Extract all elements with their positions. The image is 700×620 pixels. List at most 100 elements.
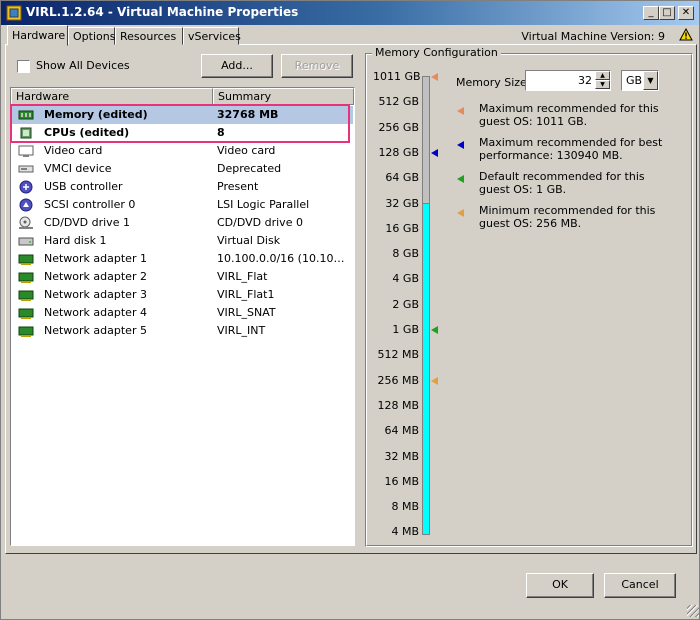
table-row-usb-controller[interactable]: USB controller Present <box>12 178 353 196</box>
memory-unit-select[interactable]: GB ▼ <box>621 70 659 91</box>
row-name: Hard disk 1 <box>44 234 107 247</box>
network-adapter-icon <box>18 326 34 337</box>
bar-marker-icon <box>431 326 438 334</box>
row-name: VMCI device <box>44 162 112 175</box>
warning-icon <box>679 28 693 41</box>
table-row-network-adapter-2[interactable]: Network adapter 2 VIRL_Flat <box>12 268 353 286</box>
scsi-controller-icon <box>19 198 33 212</box>
chevron-down-icon[interactable]: ▼ <box>643 71 658 90</box>
memory-size-label: Memory Size: <box>456 76 531 89</box>
row-summary: VIRL_Flat <box>217 270 268 283</box>
hardware-list[interactable]: Hardware Summary Memory (edited) 32768 M… <box>10 87 355 546</box>
row-summary: Virtual Disk <box>217 234 281 247</box>
legend-line: Minimum recommended for this <box>479 204 656 217</box>
scale-label: 128 MB <box>377 398 419 412</box>
tab-options[interactable]: Options <box>68 27 115 45</box>
add-button[interactable]: Add... <box>201 54 273 78</box>
row-summary: VIRL_Flat1 <box>217 288 275 301</box>
properties-window: VIRL.1.2.64 - Virtual Machine Properties… <box>0 0 700 620</box>
memory-size-increment[interactable]: ▲ <box>595 71 610 80</box>
legend-line: Maximum recommended for this <box>479 102 659 115</box>
cd-dvd-drive-icon <box>19 216 33 229</box>
table-row-cd-dvd-drive[interactable]: CD/DVD drive 1 CD/DVD drive 0 <box>12 214 353 232</box>
row-summary: VIRL_INT <box>217 324 266 337</box>
show-all-devices-row[interactable]: Show All Devices <box>17 59 130 73</box>
legend-line: guest OS: 1 GB. <box>479 183 567 196</box>
row-summary: CD/DVD drive 0 <box>217 216 303 229</box>
row-summary: Present <box>217 180 259 193</box>
memory-size-input[interactable]: 32 ▲ ▼ <box>525 70 611 91</box>
column-header-summary[interactable]: Summary <box>213 88 354 105</box>
scale-label: 4 MB <box>391 525 419 539</box>
network-adapter-icon <box>18 254 34 265</box>
legend-line: guest OS: 256 MB. <box>479 217 582 230</box>
scale-label: 1 GB <box>392 323 419 336</box>
video-card-icon <box>18 145 34 157</box>
title-bar[interactable]: VIRL.1.2.64 - Virtual Machine Properties… <box>1 1 699 25</box>
maximize-button[interactable]: □ <box>659 6 675 20</box>
marker-green-icon <box>457 175 464 183</box>
resize-grip[interactable] <box>687 605 699 617</box>
scale-label: 64 GB <box>385 171 419 185</box>
close-button[interactable]: ✕ <box>678 6 694 20</box>
memory-size-decrement[interactable]: ▼ <box>595 80 610 89</box>
marker-orange-icon <box>457 107 464 115</box>
scale-label: 16 GB <box>385 221 419 235</box>
legend-line: guest OS: 1011 GB. <box>479 115 588 128</box>
memory-bar-fill <box>422 203 430 535</box>
legend-line: Maximum recommended for best <box>479 136 663 149</box>
row-summary: VIRL_SNAT <box>217 306 276 319</box>
scale-label: 512 MB <box>377 348 419 362</box>
scale-label: 32 MB <box>384 449 419 463</box>
table-row-network-adapter-5[interactable]: Network adapter 5 VIRL_INT <box>12 322 353 340</box>
tab-vservices[interactable]: vServices <box>183 27 241 45</box>
row-summary: Video card <box>217 144 276 157</box>
table-row-network-adapter-4[interactable]: Network adapter 4 VIRL_SNAT <box>12 304 353 322</box>
row-summary: 10.100.0.0/16 (10.100.... <box>217 252 351 265</box>
vm-app-icon <box>6 5 22 21</box>
vmci-device-icon <box>18 165 34 173</box>
minimize-button[interactable]: _ <box>643 6 659 20</box>
scale-label: 2 GB <box>392 297 419 311</box>
scale-label: 256 GB <box>378 120 419 134</box>
memory-configuration-title: Memory Configuration <box>372 46 501 59</box>
show-all-devices-checkbox[interactable] <box>17 59 30 73</box>
ok-button[interactable]: OK <box>526 573 594 598</box>
table-row-vmci-device[interactable]: VMCI device Deprecated <box>12 160 353 178</box>
table-row-network-adapter-1[interactable]: Network adapter 1 10.100.0.0/16 (10.100.… <box>12 250 353 268</box>
edited-rows-highlight <box>10 104 350 143</box>
scale-label: 1011 GB <box>373 70 421 83</box>
table-row-network-adapter-3[interactable]: Network adapter 3 VIRL_Flat1 <box>12 286 353 304</box>
bar-marker-icon <box>431 148 438 157</box>
scale-label: 512 GB <box>378 95 419 109</box>
scale-label: 8 GB <box>392 247 419 261</box>
table-row-scsi-controller[interactable]: SCSI controller 0 LSI Logic Parallel <box>12 196 353 214</box>
row-name: Network adapter 4 <box>44 306 147 319</box>
memory-unit-value: GB <box>626 74 643 87</box>
row-name: Network adapter 1 <box>44 252 147 265</box>
scale-label: 8 MB <box>391 500 419 514</box>
cancel-button[interactable]: Cancel <box>604 573 676 598</box>
tab-hardware[interactable]: Hardware <box>7 25 68 46</box>
row-name: Network adapter 5 <box>44 324 147 337</box>
scale-label: 4 GB <box>392 272 419 286</box>
scale-label: 32 GB <box>385 196 419 210</box>
table-row-video-card[interactable]: Video card Video card <box>12 142 353 160</box>
scale-label: 64 MB <box>384 424 419 438</box>
tab-resources[interactable]: Resources <box>115 27 183 45</box>
memory-size-value: 32 <box>578 74 592 87</box>
row-name: Video card <box>44 144 103 157</box>
row-name: USB controller <box>44 180 123 193</box>
row-name: SCSI controller 0 <box>44 198 136 211</box>
column-header-hardware[interactable]: Hardware <box>11 88 213 105</box>
scale-label: 256 MB <box>377 373 419 387</box>
show-all-devices-label: Show All Devices <box>36 59 130 72</box>
row-name: Network adapter 3 <box>44 288 147 301</box>
remove-button[interactable]: Remove <box>281 54 353 78</box>
network-adapter-icon <box>18 308 34 319</box>
marker-blue-icon <box>457 141 464 149</box>
row-name: Network adapter 2 <box>44 270 147 283</box>
row-summary: Deprecated <box>217 162 282 175</box>
hardware-list-header: Hardware Summary <box>11 88 354 105</box>
table-row-hard-disk[interactable]: Hard disk 1 Virtual Disk <box>12 232 353 250</box>
